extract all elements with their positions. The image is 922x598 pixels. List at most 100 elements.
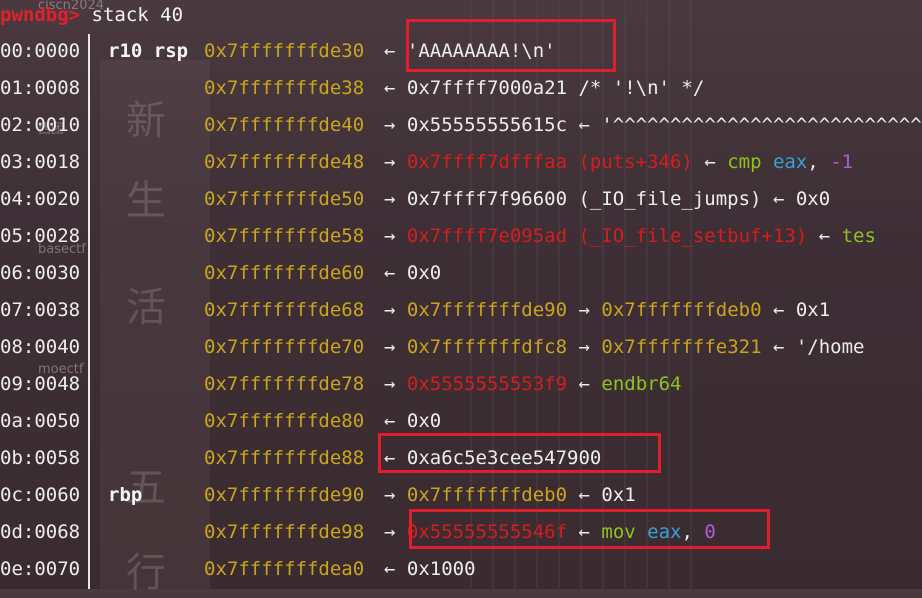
stack-address: 0x7fffffffde80	[204, 410, 365, 432]
stack-address: 0x7fffffffdea0	[204, 558, 365, 580]
stack-offset: 09:0048	[0, 373, 81, 395]
command-text: stack 40	[80, 4, 184, 26]
value-segment: →	[567, 299, 602, 321]
stack-value: ← 0x1000	[384, 551, 476, 588]
value-segment: →	[567, 336, 602, 358]
value-segment: 0x7ffff7000a21 /* '!\n' */	[395, 77, 705, 99]
stack-offset: 0a:0050	[0, 410, 81, 432]
stack-row: 02:0010 0x7fffffffde40 → 0x55555555615c ← …	[0, 107, 922, 144]
stack-row: 09:0048 0x7fffffffde78 → 0x5555555553f9 ← …	[0, 366, 922, 403]
pointer-arrow: →	[384, 188, 396, 210]
highlight-box-input	[406, 19, 616, 72]
stack-address: 0x7fffffffde70	[204, 336, 365, 358]
pointer-arrow: ←	[384, 558, 396, 580]
stack-value: → 0x7ffff7f96600 (_IO_file_jumps) ← 0x0	[384, 181, 830, 218]
value-segment: 0x5555555553f9	[395, 373, 568, 395]
stack-row: 01:0008 0x7fffffffde38 ← 0x7ffff7000a21 /*…	[0, 70, 922, 107]
pwndbg-prompt: pwndbg>	[0, 4, 81, 26]
stack-value: → 0x7fffffffdfc8 → 0x7fffffffe321 ← '/ho…	[384, 329, 864, 366]
stack-row: 07:0038 0x7fffffffde68 → 0x7fffffffde90 → …	[0, 292, 922, 329]
pointer-arrow: →	[384, 336, 396, 358]
stack-address: 0x7fffffffde58	[204, 225, 365, 247]
stack-offset: 06:0030	[0, 262, 81, 284]
value-segment: ←	[807, 225, 842, 247]
value-segment: 0x7ffff7e095ad (_IO_file_setbuf+13)	[395, 225, 808, 247]
value-segment: 0x55555555615c	[395, 114, 568, 136]
stack-offset: 08:0040	[0, 336, 81, 358]
value-segment: eax	[772, 151, 808, 173]
pointer-arrow: →	[384, 484, 396, 506]
value-segment: ←	[567, 373, 602, 395]
stack-offset: 05:0028	[0, 225, 81, 247]
stack-address: 0x7fffffffde68	[204, 299, 365, 321]
stack-address: 0x7fffffffde40	[204, 114, 365, 136]
stack-value: ← 0x7ffff7000a21 /* '!\n' */	[384, 70, 704, 107]
pointer-arrow: ←	[384, 262, 396, 284]
stack-offset: 02:0010	[0, 114, 81, 136]
pointer-arrow: →	[384, 225, 396, 247]
stack-offset: 01:0008	[0, 77, 81, 99]
stack-value: → 0x55555555615c ← '^^^^^^^^^^^^^^^^^^^^…	[384, 107, 922, 144]
value-segment: 0x7fffffffdeb0	[395, 484, 568, 506]
stack-address: 0x7fffffffde60	[204, 262, 365, 284]
value-segment: -1	[830, 151, 854, 173]
stack-value: → 0x7fffffffde90 → 0x7fffffffdeb0 ← 0x1	[384, 292, 830, 329]
value-segment: 0x7fffffffdfc8	[395, 336, 568, 358]
pointer-arrow: →	[384, 114, 396, 136]
command-line[interactable]: pwndbg> stack 40	[0, 0, 183, 30]
stack-address: 0x7fffffffde90	[204, 484, 365, 506]
pointer-arrow: ←	[384, 77, 396, 99]
value-segment: endbr64	[601, 373, 682, 395]
stack-address: 0x7fffffffde88	[204, 447, 365, 469]
stack-value: → 0x7ffff7e095ad (_IO_file_setbuf+13) ← …	[384, 218, 876, 255]
value-segment: 0x0	[395, 410, 442, 432]
value-segment: 0x0	[395, 262, 442, 284]
stack-value: → 0x5555555553f9 ← endbr64	[384, 366, 681, 403]
stack-address: 0x7fffffffde78	[204, 373, 365, 395]
value-segment: ← 0x1	[567, 484, 636, 506]
pointer-arrow: →	[384, 299, 396, 321]
stack-row: 0e:0070 0x7fffffffdea0 ← 0x1000	[0, 551, 922, 588]
value-segment: ,	[807, 151, 831, 173]
value-segment: tes	[841, 225, 876, 247]
stack-address: 0x7fffffffde48	[204, 151, 365, 173]
stack-offset: 0b:0058	[0, 447, 81, 469]
highlight-box-return-address	[409, 509, 770, 549]
register-label: r10 rsp	[108, 40, 189, 62]
value-segment: 0x7fffffffdeb0	[601, 299, 762, 321]
value-segment: ← '^^^^^^^^^^^^^^^^^^^^^^^^^^^^^	[567, 114, 922, 136]
pointer-arrow: ←	[384, 40, 396, 62]
pointer-arrow: →	[384, 151, 396, 173]
stack-address: 0x7fffffffde98	[204, 521, 365, 543]
stack-offset: 04:0020	[0, 188, 81, 210]
stack-row: 05:0028 0x7fffffffde58 → 0x7ffff7e095ad (_…	[0, 218, 922, 255]
value-segment: cmp	[727, 151, 773, 173]
value-segment: 0x7fffffffde90	[395, 299, 568, 321]
stack-address: 0x7fffffffde50	[204, 188, 365, 210]
stack-offset: 0d:0068	[0, 521, 81, 543]
value-segment: ← 0x0	[761, 188, 831, 210]
stack-address: 0x7fffffffde38	[204, 77, 365, 99]
stack-row: 06:0030 0x7fffffffde60 ← 0x0	[0, 255, 922, 292]
value-segment: 0x7ffff7f96600 (_IO_file_jumps)	[395, 188, 762, 210]
stack-address: 0x7fffffffde30	[204, 40, 365, 62]
value-segment: ← 0x1	[761, 299, 831, 321]
stack-offset: 0e:0070	[0, 558, 81, 580]
stack-offset: 0c:0060	[0, 484, 81, 506]
pointer-arrow: →	[384, 373, 396, 395]
value-segment: 0x7fffffffe321	[601, 336, 762, 358]
stack-offset: 07:0038	[0, 299, 81, 321]
value-segment: 0x1000	[395, 558, 476, 580]
value-segment: ←	[692, 151, 728, 173]
pointer-arrow: ←	[384, 410, 396, 432]
stack-value: ← 0x0	[384, 255, 441, 292]
register-label: rbp	[108, 484, 143, 506]
stack-value: → 0x7ffff7dfffaa (puts+346) ← cmp eax, -…	[384, 144, 853, 181]
stack-offset: 03:0018	[0, 151, 81, 173]
stack-offset: 00:0000	[0, 40, 81, 62]
value-segment: ← '/home	[761, 336, 865, 358]
stack-row: 04:0020 0x7fffffffde50 → 0x7ffff7f96600 (_…	[0, 181, 922, 218]
highlight-box-canary	[378, 433, 661, 473]
value-segment: 0x7ffff7dfffaa (puts+346)	[395, 151, 693, 173]
stack-row: 03:0018 0x7fffffffde48 → 0x7ffff7dfffaa (p…	[0, 144, 922, 181]
